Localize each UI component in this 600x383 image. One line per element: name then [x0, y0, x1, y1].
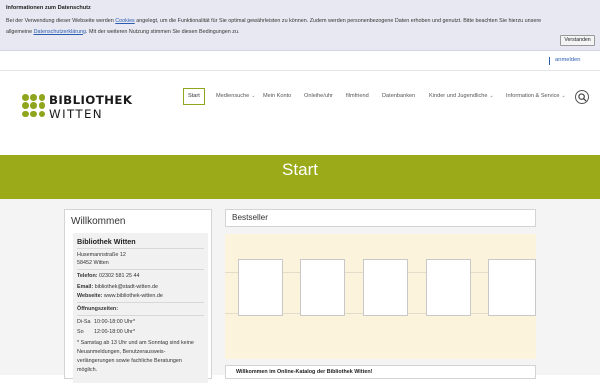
- hours-note: verlängerungen sowie fachliche Beratunge…: [77, 358, 182, 364]
- email-value[interactable]: bibliothek@stadt-witten.de: [93, 284, 158, 290]
- nav-item-datenbanken[interactable]: Datenbanken: [382, 88, 415, 105]
- login-link[interactable]: anmelden: [555, 57, 580, 63]
- nav-item-start[interactable]: Start: [183, 88, 205, 105]
- logo-dot-icon: [38, 110, 46, 118]
- search-icon: [578, 93, 587, 102]
- divider: [77, 315, 204, 316]
- catalog-welcome: Willkommen im Online-Katalog der Bibliot…: [225, 365, 536, 379]
- nav-item-mediensuche[interactable]: Mediensuche ⌄: [216, 88, 255, 105]
- logo-text-line2: WITTEN: [49, 107, 104, 121]
- website-value[interactable]: www.bibliothek-witten.de: [102, 293, 163, 299]
- page-title-banner: Start: [0, 155, 600, 199]
- bestseller-carousel[interactable]: [225, 234, 536, 359]
- address-city: 58452 Witten: [77, 260, 109, 266]
- page-title: Start: [282, 160, 318, 179]
- chevron-down-icon: ⌄: [251, 93, 256, 99]
- library-info-box: Bibliothek Witten Husemannstraße 12 5845…: [73, 233, 208, 383]
- nav-item-label: filmfriend: [346, 93, 369, 99]
- main-nav: Start Mediensuche ⌄ Mein Konto Onleihe/uh…: [0, 88, 600, 105]
- cookies-link[interactable]: Cookies: [115, 18, 134, 24]
- hours-note: * Samstag ab 13 Uhr und am Sonntag sind …: [77, 340, 194, 346]
- nav-item-kinder-jugendliche[interactable]: Kinder und Jugendliche ⌄: [429, 88, 494, 105]
- cookie-text-1: Bei der Verwendung dieser Webseite werde…: [6, 18, 116, 24]
- website-label: Webseite:: [77, 293, 103, 299]
- nav-item-label: Onleihe/uhr: [304, 93, 333, 99]
- welcome-title: Willkommen: [71, 216, 126, 227]
- address-street: Husemannstraße 12: [77, 252, 126, 258]
- top-bar: anmelden: [0, 51, 600, 71]
- book-cover-card[interactable]: [363, 259, 408, 316]
- nav-item-mein-konto[interactable]: Mein Konto: [263, 88, 291, 105]
- nav-item-label: Datenbanken: [382, 93, 416, 99]
- email-line: Email: bibliothek@stadt-witten.de: [77, 284, 158, 290]
- main-column: Bestseller Willkommen im Online-Katalog …: [225, 209, 537, 379]
- hours-note: Neuanmeldungen, Benutzerausweis-: [77, 349, 166, 355]
- welcome-panel: Willkommen Bibliothek Witten Husemannstr…: [64, 209, 212, 383]
- chevron-down-icon: ⌄: [561, 93, 566, 99]
- divider: [77, 269, 204, 270]
- nav-item-label: Mediensuche: [216, 93, 250, 99]
- nav-item-label: Start: [188, 93, 200, 99]
- login-separator: [549, 57, 550, 65]
- nav-item-label: Mein Konto: [263, 93, 292, 99]
- hours-time: 10:00-18:00 Uhr*: [94, 319, 136, 325]
- nav-item-label: Kinder und Jugendliche: [429, 93, 488, 99]
- cookie-title: Informationen zum Datenschutz: [6, 5, 91, 11]
- nav-item-onleihe[interactable]: Onleihe/uhr: [304, 88, 333, 105]
- hours-note: möglich.: [77, 367, 98, 373]
- phone-line: Telefon: 02302 581 25 44: [77, 273, 140, 279]
- opening-hours-label: Öffnungszeiten:: [77, 306, 119, 312]
- site-header: BIBLIOTHEK WITTEN Start Mediensuche ⌄ Mei…: [0, 71, 600, 155]
- cookie-text: Bei der Verwendung dieser Webseite werde…: [6, 16, 566, 37]
- divider: [77, 302, 204, 303]
- hours-row: So 12:00-18:00 Uhr*: [77, 329, 135, 335]
- nav-item-information-service[interactable]: Information & Service ⌄: [506, 88, 566, 105]
- privacy-policy-link[interactable]: Datenschutzerklärung: [34, 29, 86, 35]
- nav-item-label: Information & Service: [506, 93, 560, 99]
- hours-row: Di-Sa 10:00-18:00 Uhr*: [77, 319, 135, 325]
- email-label: Email:: [77, 284, 94, 290]
- logo-dot-icon: [22, 110, 29, 118]
- chevron-down-icon: ⌄: [489, 93, 494, 99]
- cookie-accept-button[interactable]: Verstanden: [560, 35, 595, 46]
- book-cover-card[interactable]: [426, 259, 471, 316]
- search-button[interactable]: [575, 90, 589, 104]
- cookie-banner: Informationen zum Datenschutz Bei der Ve…: [0, 0, 600, 51]
- content-area: Willkommen Bibliothek Witten Husemannstr…: [0, 199, 600, 383]
- opening-hours-line: Öffnungszeiten:: [77, 306, 118, 312]
- hours-day: Di-Sa: [77, 319, 91, 325]
- library-name: Bibliothek Witten: [77, 237, 136, 246]
- book-cover-card[interactable]: [300, 259, 345, 316]
- bestseller-title: Bestseller: [225, 209, 536, 227]
- hours-time: 12:00-18:00 Uhr*: [94, 329, 136, 335]
- book-cover-card[interactable]: [488, 259, 536, 316]
- phone-label: Telefon:: [77, 273, 98, 279]
- nav-item-filmfriend[interactable]: filmfriend: [346, 88, 369, 105]
- hours-day: So: [77, 329, 84, 335]
- divider: [77, 248, 204, 249]
- phone-value: 02302 581 25 44: [97, 273, 140, 279]
- logo-dot-icon: [30, 110, 37, 118]
- cookie-text-3: . Mit der weiteren Nutzung stimmen Sie d…: [86, 28, 240, 35]
- website-line: Webseite: www.bibliothek-witten.de: [77, 293, 163, 299]
- book-cover-card[interactable]: [238, 259, 283, 316]
